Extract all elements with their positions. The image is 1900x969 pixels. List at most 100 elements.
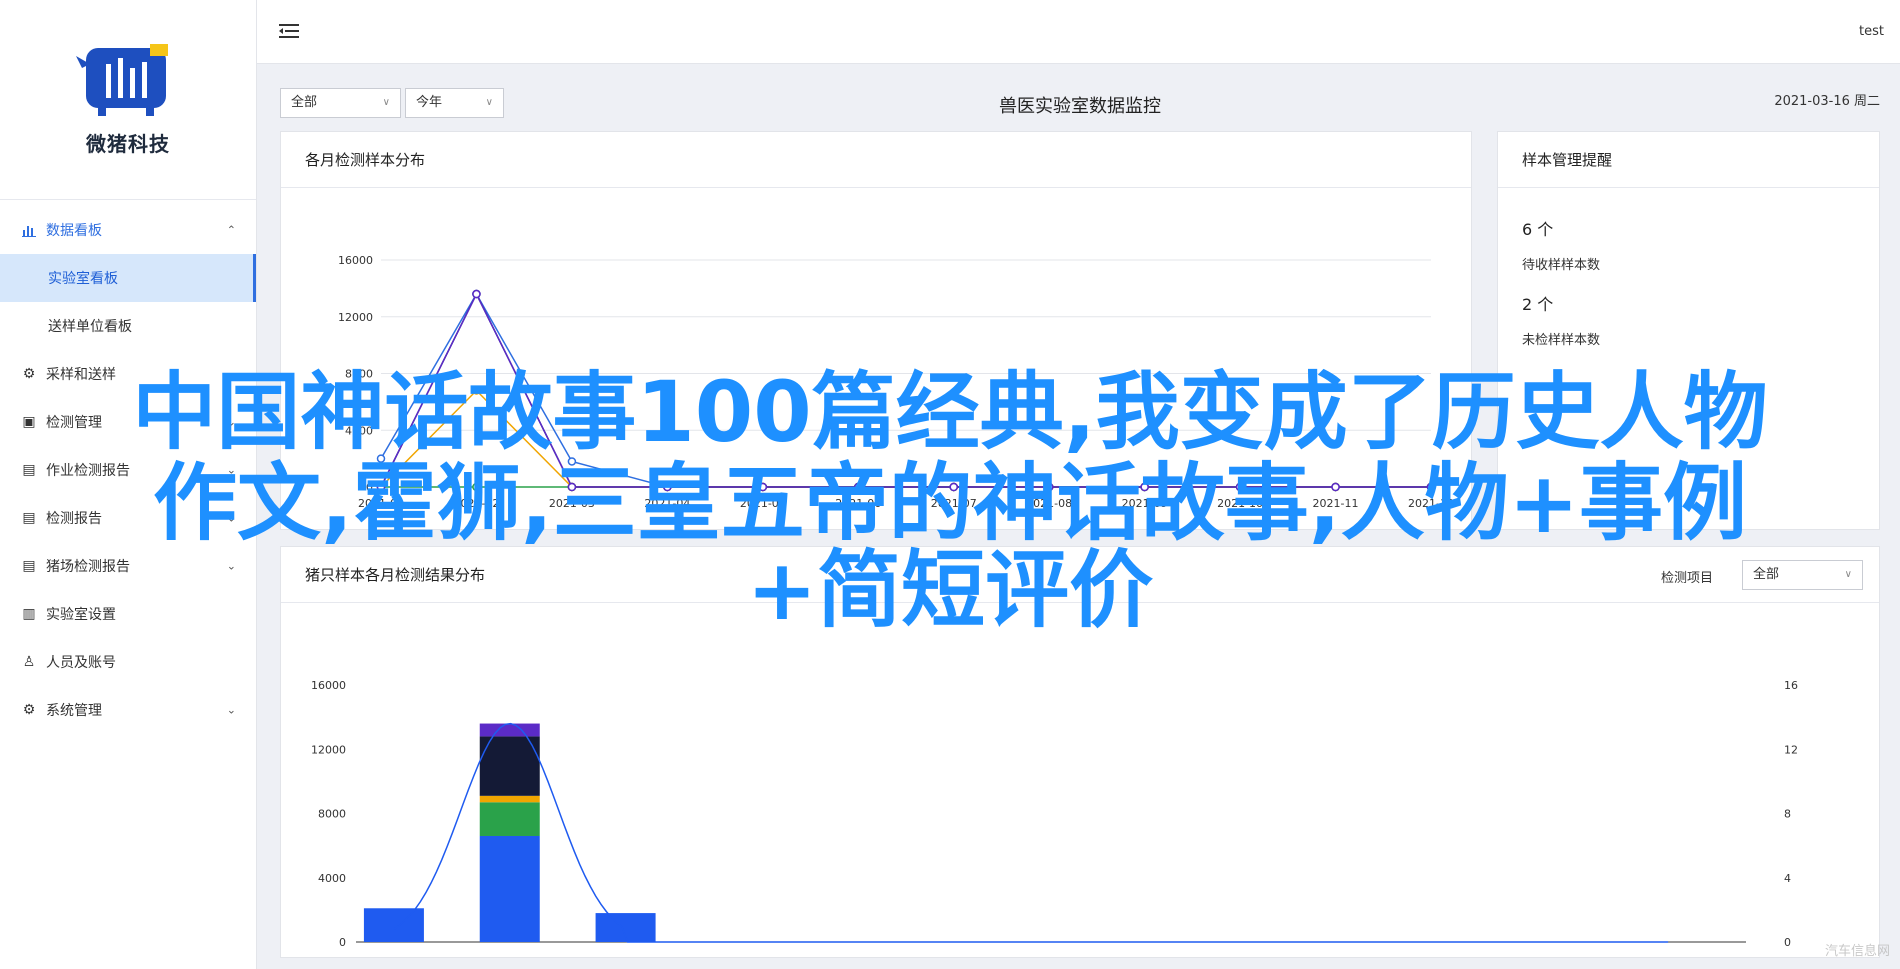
bar-segment: [479, 835, 540, 942]
y-tick-label: 0: [366, 481, 373, 494]
x-tick-label: 2021-10: [1413, 952, 1459, 954]
pending-test-stat[interactable]: 2 个 未检样样本数: [1498, 291, 1879, 348]
data-point: [1426, 482, 1436, 492]
box-icon: ▣: [22, 414, 36, 430]
sidebar-item-label: 采样和送样: [46, 367, 116, 383]
building-icon: ▥: [22, 606, 36, 622]
data-point: [1235, 482, 1245, 492]
data-point: [758, 482, 768, 492]
sidebar-item-dashboard[interactable]: 数据看板 ⌃: [0, 206, 256, 254]
data-point: [1140, 482, 1149, 492]
bar-segment: [479, 723, 540, 737]
data-point: [663, 482, 672, 492]
report-icon: ▤: [22, 510, 36, 526]
data-point: [376, 482, 386, 492]
x-tick-label: 2021-05: [740, 497, 786, 510]
card-title: 样本管理提醒: [1498, 132, 1879, 188]
sidebar-item-system[interactable]: ⚙ 系统管理 ⌄: [0, 686, 256, 734]
top-bar: test: [257, 0, 1900, 64]
pig-results-chart: 0 0 4000 4 8000 8 12000 12 16000 16 2021-01 2021-02…: [311, 679, 1798, 954]
x-tick-label: 2021-08: [1182, 952, 1228, 954]
x-tick-label: 2021-03: [603, 952, 649, 954]
rate-line: [393, 722, 1669, 943]
gear-icon: ⚙: [22, 702, 36, 718]
chevron-down-icon: ⌄: [226, 463, 236, 477]
sidebar-item-label: 数据看板: [46, 223, 102, 239]
x-tick-label: 2021-10: [1217, 497, 1263, 510]
page-date: 2021-03-16 周二: [1774, 94, 1880, 109]
chevron-up-icon: ⌃: [226, 223, 236, 237]
x-tick-label: 2021-06: [835, 497, 881, 510]
x-tick-label: 2021-01: [358, 497, 404, 510]
x-tick-label: 2021-04: [718, 952, 764, 954]
series-line: [380, 389, 1431, 488]
y-tick-label: 16000: [311, 679, 346, 692]
x-tick-label: 2021-11: [1529, 952, 1575, 954]
menu-toggle-icon[interactable]: [279, 22, 299, 40]
page-title: 兽医实验室数据监控: [999, 96, 1161, 117]
sidebar-item-label: 系统管理: [46, 703, 102, 719]
x-tick-label: 2021-02: [453, 497, 499, 510]
data-point: [567, 482, 577, 492]
x-tick-label: 2021-04: [644, 497, 690, 510]
bar-segment: [479, 802, 540, 836]
sidebar-item-report[interactable]: ▤ 检测报告 ⌄: [0, 494, 256, 542]
monthly-samples-card: 各月检测样本分布 0 4000 8000 12000 16000 2021-01 2021-…: [280, 131, 1472, 530]
report-icon: ▤: [22, 462, 36, 478]
data-point: [376, 454, 386, 463]
y-tick-label: 16000: [338, 254, 373, 267]
chevron-down-icon: ⌄: [226, 559, 236, 573]
test-item-select[interactable]: 全部 ∨: [1742, 560, 1863, 590]
chevron-down-icon: ∨: [1844, 569, 1852, 580]
user-icon: ♙: [22, 654, 36, 670]
y2-tick-label: 0: [1784, 936, 1791, 949]
y2-tick-label: 12: [1784, 743, 1798, 756]
y2-tick-label: 4: [1784, 872, 1791, 885]
sidebar-item-job-report[interactable]: ▤ 作业检测报告 ⌄: [0, 446, 256, 494]
watermark: 汽车信息网: [1824, 944, 1890, 959]
data-point: [472, 289, 481, 299]
series-line: [380, 292, 1431, 488]
filter-label: 检测项目: [1660, 571, 1713, 586]
logo-text: 微猪科技: [86, 132, 170, 156]
sidebar-item-sender-board[interactable]: 送样单位看板: [0, 302, 256, 350]
settings-icon: ⚙: [22, 366, 36, 382]
user-name[interactable]: test: [1859, 24, 1884, 39]
x-tick-label: 2021-12: [1408, 497, 1454, 510]
x-tick-label: 2021-02: [487, 952, 533, 954]
sidebar-item-label: 人员及账号: [46, 655, 116, 671]
report-icon: ▤: [22, 558, 36, 574]
legend-label: 人类样本: [1256, 528, 1300, 529]
sidebar-item-testing[interactable]: ▣ 检测管理 ⌄: [0, 398, 256, 446]
sidebar-item-lab-board[interactable]: 实验室看板: [0, 254, 256, 302]
x-tick-label: 2021-08: [1026, 497, 1072, 510]
data-point: [472, 386, 481, 395]
data-point: [949, 482, 958, 492]
stat-value: 6 个: [1522, 220, 1554, 239]
x-tick-label: 2021-07: [1066, 952, 1112, 954]
sidebar-item-lab-settings[interactable]: ▥ 实验室设置: [0, 590, 256, 638]
data-point: [854, 482, 863, 492]
logo[interactable]: 微猪科技: [0, 0, 256, 200]
sidebar-item-label: 作业检测报告: [46, 463, 130, 479]
sample-reminder-card: 样本管理提醒 6 个 待收样样本数 2 个 未检样样本数: [1497, 131, 1880, 530]
sidebar-item-farm-report[interactable]: ▤ 猪场检测报告 ⌄: [0, 542, 256, 590]
y2-tick-label: 16: [1784, 679, 1798, 692]
y-tick-label: 12000: [338, 311, 373, 324]
y-tick-label: 4000: [318, 872, 346, 885]
data-point: [1044, 482, 1054, 492]
pending-receive-stat[interactable]: 6 个 待收样样本数: [1498, 216, 1879, 273]
series-line: [380, 292, 1431, 488]
logo-icon: [76, 44, 168, 116]
y-tick-label: 4000: [345, 424, 373, 437]
sidebar-item-sampling[interactable]: ⚙ 采样和送样: [0, 350, 256, 398]
card-title: 各月检测样本分布: [281, 132, 1471, 188]
sidebar-item-users[interactable]: ♙ 人员及账号: [0, 638, 256, 686]
card-title: 猪只样本各月检测结果分布: [281, 547, 1879, 603]
chart-icon: [22, 223, 36, 237]
sidebar-menu: 数据看板 ⌃ 实验室看板 送样单位看板 ⚙ 采样和送样 ▣ 检测管理 ⌄ ▤ 作…: [0, 200, 256, 734]
bar-segment: [363, 908, 424, 942]
x-tick-label: 2021-07: [931, 497, 977, 510]
chevron-down-icon: ⌄: [226, 703, 236, 717]
y-tick-label: 0: [339, 936, 346, 949]
